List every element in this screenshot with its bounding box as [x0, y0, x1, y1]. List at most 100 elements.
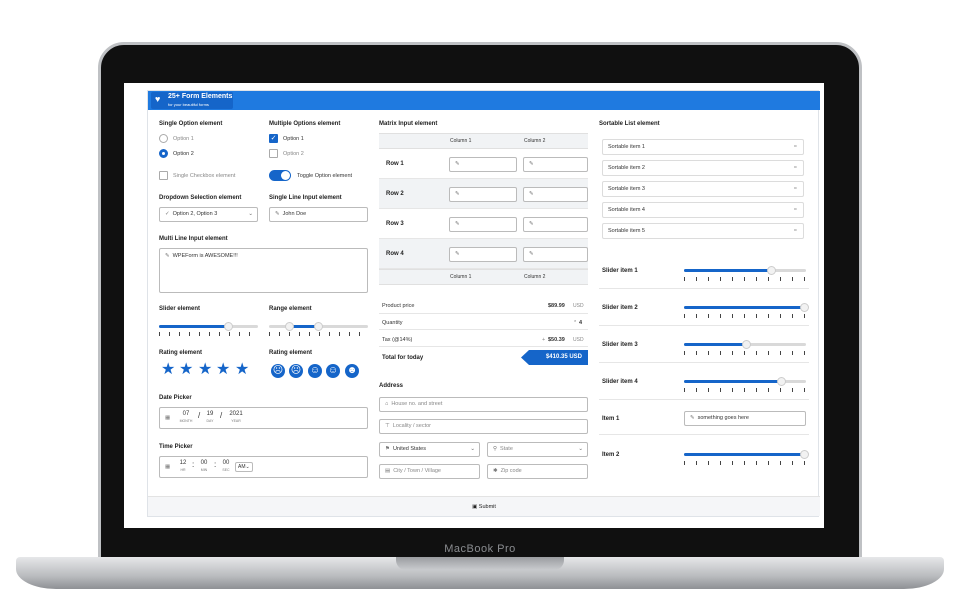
house-input[interactable]: ⌂ House no. and street: [379, 397, 588, 412]
checkbox-option-1[interactable]: ✓: [269, 134, 278, 143]
slider-item-knob[interactable]: [742, 340, 751, 349]
sortable-item[interactable]: Sortable item 4 =: [602, 202, 804, 218]
matrix-row-label: Row 3: [386, 221, 404, 227]
date-day[interactable]: 19 DAY: [202, 411, 218, 423]
sortable-item[interactable]: Sortable item 2 =: [602, 160, 804, 176]
range-knob-high[interactable]: [314, 322, 323, 331]
row-divider: [599, 288, 809, 289]
matrix-cell[interactable]: ✎: [523, 217, 588, 232]
matrix-cell[interactable]: ✎: [449, 187, 517, 202]
drag-handle-icon[interactable]: =: [794, 182, 797, 196]
sortable-item-label: Sortable item 5: [608, 228, 645, 234]
matrix-row-label: Row 1: [386, 161, 404, 167]
dropdown-value: Option 2, Option 3: [172, 211, 218, 217]
sortable-item[interactable]: Sortable item 3 =: [602, 181, 804, 197]
map-pin-icon: ⚲: [493, 446, 498, 452]
drag-handle-icon[interactable]: =: [794, 161, 797, 175]
ampm-value: AM: [238, 464, 246, 470]
happy-face-icon[interactable]: ☻: [345, 364, 359, 378]
time-hour[interactable]: 12 HR: [175, 460, 191, 472]
star-icon[interactable]: ★: [216, 362, 230, 378]
sortable-item-label: Sortable item 4: [608, 207, 645, 213]
slider-label: Slider element: [159, 306, 201, 312]
item-2-slider-knob[interactable]: [800, 450, 809, 459]
country-select[interactable]: ⚑ United States ⌄: [379, 442, 480, 457]
single-checkbox[interactable]: [159, 171, 168, 180]
sortable-item[interactable]: Sortable item 5 =: [602, 223, 804, 239]
time-second[interactable]: 00 SEC: [218, 460, 234, 472]
star-icon[interactable]: ★: [161, 362, 175, 378]
row-divider: [599, 325, 809, 326]
slider-item-knob[interactable]: [800, 303, 809, 312]
ampm-select[interactable]: AM⌄: [235, 462, 253, 472]
matrix-cell[interactable]: ✎: [449, 217, 517, 232]
state-select[interactable]: ⚲ State ⌄: [487, 442, 588, 457]
time-minute[interactable]: 00 MIN: [196, 460, 212, 472]
sortable-item[interactable]: Sortable item 1 =: [602, 139, 804, 155]
item-2-slider-track[interactable]: [684, 450, 809, 459]
slider-item-track[interactable]: [684, 266, 806, 275]
multi-line-label: Multi Line Input element: [159, 236, 228, 242]
single-line-input[interactable]: ✎ John Doe: [269, 207, 368, 222]
checkbox-option-2[interactable]: [269, 149, 278, 158]
angry-face-icon[interactable]: ☹: [271, 364, 285, 378]
pencil-icon: ✎: [165, 253, 170, 259]
time-separator: :: [214, 460, 217, 469]
matrix-cell[interactable]: ✎: [449, 157, 517, 172]
screen: ♥ 25+ Form Elements for your beautiful f…: [124, 83, 824, 528]
star-icon[interactable]: ★: [198, 362, 212, 378]
form-footer: ▣ Submit: [148, 496, 820, 516]
item-1-input[interactable]: ✎ something goes here: [684, 411, 806, 426]
time-second-value: 00: [222, 460, 230, 466]
radio-option-2[interactable]: [159, 149, 168, 158]
date-month[interactable]: 07 MONTH: [175, 411, 197, 423]
city-input[interactable]: ▤ City / Town / Village: [379, 464, 480, 479]
form-badge: ♥ 25+ Form Elements for your beautiful f…: [151, 92, 233, 109]
slider-item-label: Slider item 1: [602, 268, 638, 274]
toggle-switch[interactable]: [269, 170, 291, 181]
radio-option-1[interactable]: [159, 134, 168, 143]
dropdown-select[interactable]: ✓ Option 2, Option 3 ⌄: [159, 207, 258, 222]
address-label: Address: [379, 383, 404, 389]
sortable-item-label: Sortable item 1: [608, 144, 645, 150]
item-2-slider-fill: [684, 453, 806, 456]
matrix-cell[interactable]: ✎: [523, 247, 588, 262]
matrix-col-2-footer: Column 2: [524, 274, 546, 280]
drag-handle-icon[interactable]: =: [794, 203, 797, 217]
slider-item-knob[interactable]: [767, 266, 776, 275]
neutral-face-icon[interactable]: ☺: [308, 364, 322, 378]
slider-knob[interactable]: [224, 322, 233, 331]
drag-handle-icon[interactable]: =: [794, 140, 797, 154]
drag-handle-icon[interactable]: =: [794, 224, 797, 238]
smile-face-icon[interactable]: ☺: [326, 364, 340, 378]
asterisk-icon: ✱: [493, 468, 498, 474]
country-value: United States: [392, 446, 426, 452]
pencil-icon: ✎: [455, 161, 460, 167]
range-track[interactable]: [269, 322, 368, 331]
range-knob-low[interactable]: [285, 322, 294, 331]
slider-track[interactable]: [159, 322, 258, 331]
slider-item-track[interactable]: [684, 340, 806, 349]
time-hour-value: 12: [179, 460, 187, 466]
sad-face-icon[interactable]: ☹: [289, 364, 303, 378]
slider-item-track[interactable]: [684, 303, 809, 312]
date-day-value: 19: [206, 411, 214, 417]
slider-item-track[interactable]: [684, 377, 806, 386]
submit-button[interactable]: ▣ Submit: [472, 504, 496, 510]
date-month-value: 07: [182, 411, 190, 417]
slider-item-knob[interactable]: [777, 377, 786, 386]
item-1-value: something goes here: [697, 415, 749, 421]
form-header-bar: ♥ 25+ Form Elements for your beautiful f…: [148, 91, 820, 110]
checkbox-option-2-label: Option 2: [283, 151, 304, 157]
zip-input[interactable]: ✱ Zip code: [487, 464, 588, 479]
date-year[interactable]: 2021 YEAR: [225, 411, 247, 423]
locality-input[interactable]: ⊤ Locality / sector: [379, 419, 588, 434]
house-placeholder: House no. and street: [391, 401, 443, 407]
matrix-cell[interactable]: ✎: [523, 187, 588, 202]
star-icon[interactable]: ★: [179, 362, 193, 378]
matrix-cell[interactable]: ✎: [449, 247, 517, 262]
multi-line-textarea[interactable]: ✎ WPEForm is AWESOME!!!: [159, 248, 368, 293]
matrix-cell[interactable]: ✎: [523, 157, 588, 172]
star-icon[interactable]: ★: [235, 362, 249, 378]
save-icon: ▣: [472, 504, 479, 510]
